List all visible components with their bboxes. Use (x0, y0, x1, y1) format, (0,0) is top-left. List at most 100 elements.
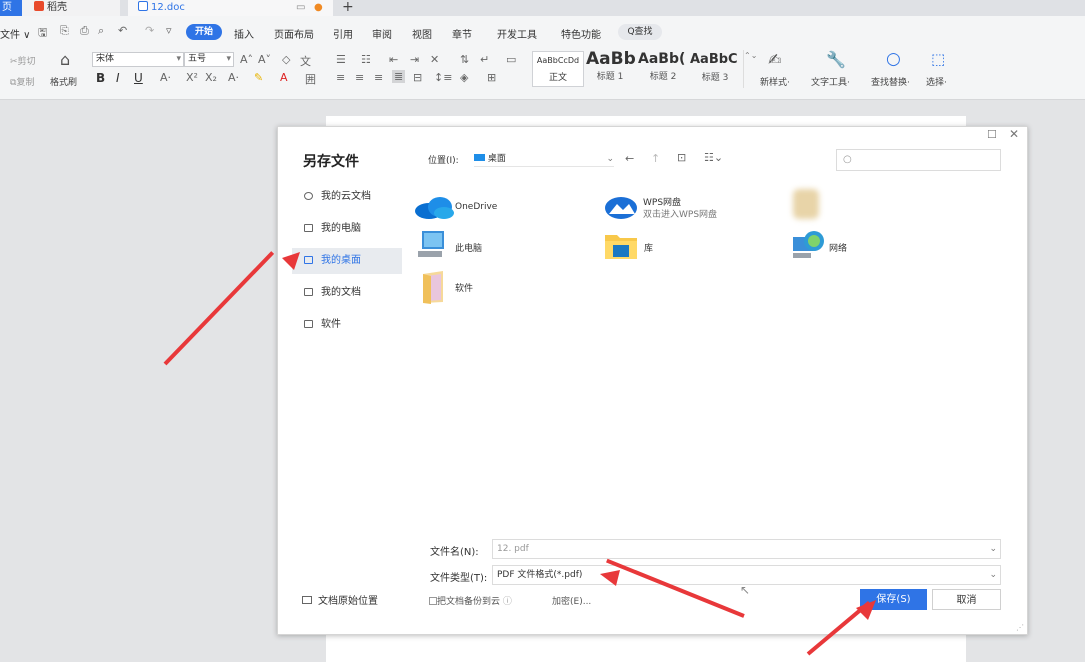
style-normal[interactable]: AaBbCcDd 正文 (532, 51, 584, 87)
distribute-icon[interactable]: ⊟ (413, 71, 422, 84)
font-select[interactable]: 宋体 ▾ (92, 52, 184, 67)
new-style-label[interactable]: 新样式· (760, 75, 790, 88)
back-icon[interactable]: ← (625, 152, 634, 165)
copy-button[interactable]: ⧉复制 (10, 75, 34, 88)
blurred-item[interactable] (793, 189, 845, 225)
numbering-icon[interactable]: ☷ (361, 53, 371, 66)
file-item-library[interactable]: 库 (604, 229, 724, 261)
highlight-icon[interactable]: ✎ (254, 71, 263, 84)
bold-icon[interactable]: B (96, 71, 105, 85)
tab-document[interactable]: 12.doc ▭ ● (128, 0, 333, 16)
underline-icon[interactable]: U (134, 71, 143, 85)
tab-page-layout[interactable]: 页面布局 (274, 26, 314, 41)
location-select[interactable]: 桌面 ⌄ (474, 151, 614, 167)
style-heading2[interactable]: AaBb( 标题 2 (638, 51, 688, 87)
tab-start[interactable]: 开始 (186, 24, 222, 40)
resize-grip-icon[interactable]: ⋰ (1016, 623, 1024, 632)
sidebar-item-my-computer[interactable]: 我的电脑 (292, 216, 402, 242)
format-painter-icon[interactable]: ⌂ (60, 50, 70, 69)
sidebar-item-desktop[interactable]: 我的桌面 (292, 248, 402, 274)
maximize-icon[interactable]: ☐ (987, 128, 997, 141)
tab-home[interactable]: 页 (0, 0, 22, 16)
select-label[interactable]: 选择· (926, 75, 947, 88)
text-effect-icon[interactable]: A· (228, 71, 239, 84)
file-item-software[interactable]: 软件 (421, 270, 541, 306)
redo-icon[interactable]: ↷ (145, 24, 154, 37)
wrench-icon[interactable]: 🔧 (826, 50, 846, 69)
export-pdf-icon[interactable]: ⎘ (60, 24, 69, 38)
line-spacing-icon[interactable]: ↕≡ (434, 71, 452, 84)
format-painter-label[interactable]: 格式刷 (50, 75, 77, 88)
shading-icon[interactable]: ◈ (460, 71, 468, 84)
style-heading1[interactable]: AaBb 标题 1 (586, 49, 636, 87)
tab-daoke[interactable]: 稻壳 (22, 0, 120, 16)
font-size-select[interactable]: 五号 ▾ (184, 52, 234, 67)
sidebar-item-my-documents[interactable]: 我的文档 (292, 280, 402, 306)
tab-insert[interactable]: 插入 (234, 26, 254, 41)
grow-font-icon[interactable]: A˄ (240, 53, 253, 66)
increase-indent-icon[interactable]: ⇥ (410, 53, 419, 66)
new-style-icon[interactable]: ✍ (768, 50, 781, 69)
font-effect-icon[interactable]: A· (160, 71, 171, 84)
bullets-icon[interactable]: ☰ (336, 53, 346, 66)
tab-view[interactable]: 视图 (412, 26, 432, 41)
filetype-select[interactable]: PDF 文件格式(*.pdf) ⌄ (492, 565, 1001, 585)
print-icon[interactable]: ⎙ (80, 24, 89, 38)
wps-cloud-icon (605, 197, 637, 219)
justify-icon[interactable]: ≣ (392, 70, 406, 83)
shrink-font-icon[interactable]: A˅ (258, 53, 271, 66)
file-item-wps-cloud[interactable]: WPS网盘 双击进入WPS网盘 (603, 191, 753, 225)
new-tab-button[interactable]: + (342, 0, 354, 15)
original-location-button[interactable]: 文档原始位置 (302, 592, 378, 607)
style-heading3[interactable]: AaBbC 标题 3 (690, 52, 740, 87)
tab-references[interactable]: 引用 (333, 26, 353, 41)
search-input[interactable]: ○ (836, 149, 1001, 171)
view-mode-icon[interactable]: ☷⌄ (704, 151, 723, 164)
clear-format-icon[interactable]: ◇ (282, 53, 290, 66)
find-replace-icon[interactable]: ○ (886, 49, 901, 69)
save-icon[interactable]: 🖫 (38, 24, 47, 43)
phonetic-icon[interactable]: 文 (300, 53, 311, 69)
encrypt-button[interactable]: 加密(E)... (552, 594, 591, 607)
file-item-this-pc[interactable]: 此电脑 (416, 229, 536, 261)
font-color-icon[interactable]: A (280, 71, 288, 84)
file-item-network[interactable]: 网络 (791, 229, 911, 261)
align-left-icon[interactable]: ≡ (336, 71, 345, 84)
quick-access-dropdown-icon[interactable]: ▿ (166, 24, 172, 37)
decrease-indent-icon[interactable]: ⇤ (389, 53, 398, 66)
backup-to-cloud-checkbox[interactable]: 把文档备份到云 ⓘ (429, 594, 512, 607)
monitor-icon[interactable]: ▭ (296, 0, 305, 16)
filename-input[interactable]: 12. pdf ⌄ (492, 539, 1001, 559)
sidebar-item-software[interactable]: 软件 (292, 312, 402, 338)
undo-icon[interactable]: ↶ (118, 24, 127, 37)
print-preview-icon[interactable]: ⌕ (98, 24, 104, 38)
tab-review[interactable]: 审阅 (372, 26, 392, 41)
tab-chapter[interactable]: 章节 (452, 26, 472, 41)
borders-icon[interactable]: ⊞ (487, 71, 496, 84)
char-border-icon[interactable]: 囲 (305, 71, 316, 87)
tab-special[interactable]: 特色功能 (561, 26, 601, 41)
cancel-button[interactable]: 取消 (932, 589, 1001, 610)
chinese-layout-icon[interactable]: ✕ (430, 53, 439, 66)
align-right-icon[interactable]: ≡ (374, 71, 383, 84)
table-border-icon[interactable]: ▭ (506, 53, 516, 66)
file-item-onedrive[interactable]: OneDrive (414, 191, 544, 225)
paragraph-mark-icon[interactable]: ↵ (480, 53, 489, 66)
align-center-icon[interactable]: ≡ (355, 71, 364, 84)
new-folder-icon[interactable]: ⊡ (677, 151, 686, 164)
cut-button[interactable]: ✂剪切 (10, 54, 36, 67)
sidebar-item-cloud-docs[interactable]: 我的云文档 (292, 184, 402, 210)
italic-icon[interactable]: I (116, 71, 120, 85)
find-replace-label[interactable]: 查找替换· (871, 75, 910, 88)
file-menu[interactable]: 文件 ∨ (0, 26, 31, 41)
style-scroll-icon[interactable]: ⌃⌄ (743, 50, 757, 88)
close-icon[interactable]: ✕ (1009, 127, 1019, 141)
sort-icon[interactable]: ⇅ (460, 53, 469, 66)
tab-developer[interactable]: 开发工具 (497, 26, 537, 41)
text-tools-label[interactable]: 文字工具· (811, 75, 850, 88)
select-icon[interactable]: ⬚ (931, 50, 945, 68)
up-icon[interactable]: ↑ (651, 152, 660, 165)
superscript-icon[interactable]: X² (186, 71, 198, 84)
search-command[interactable]: Q查找 (618, 24, 662, 40)
subscript-icon[interactable]: X₂ (205, 71, 217, 84)
